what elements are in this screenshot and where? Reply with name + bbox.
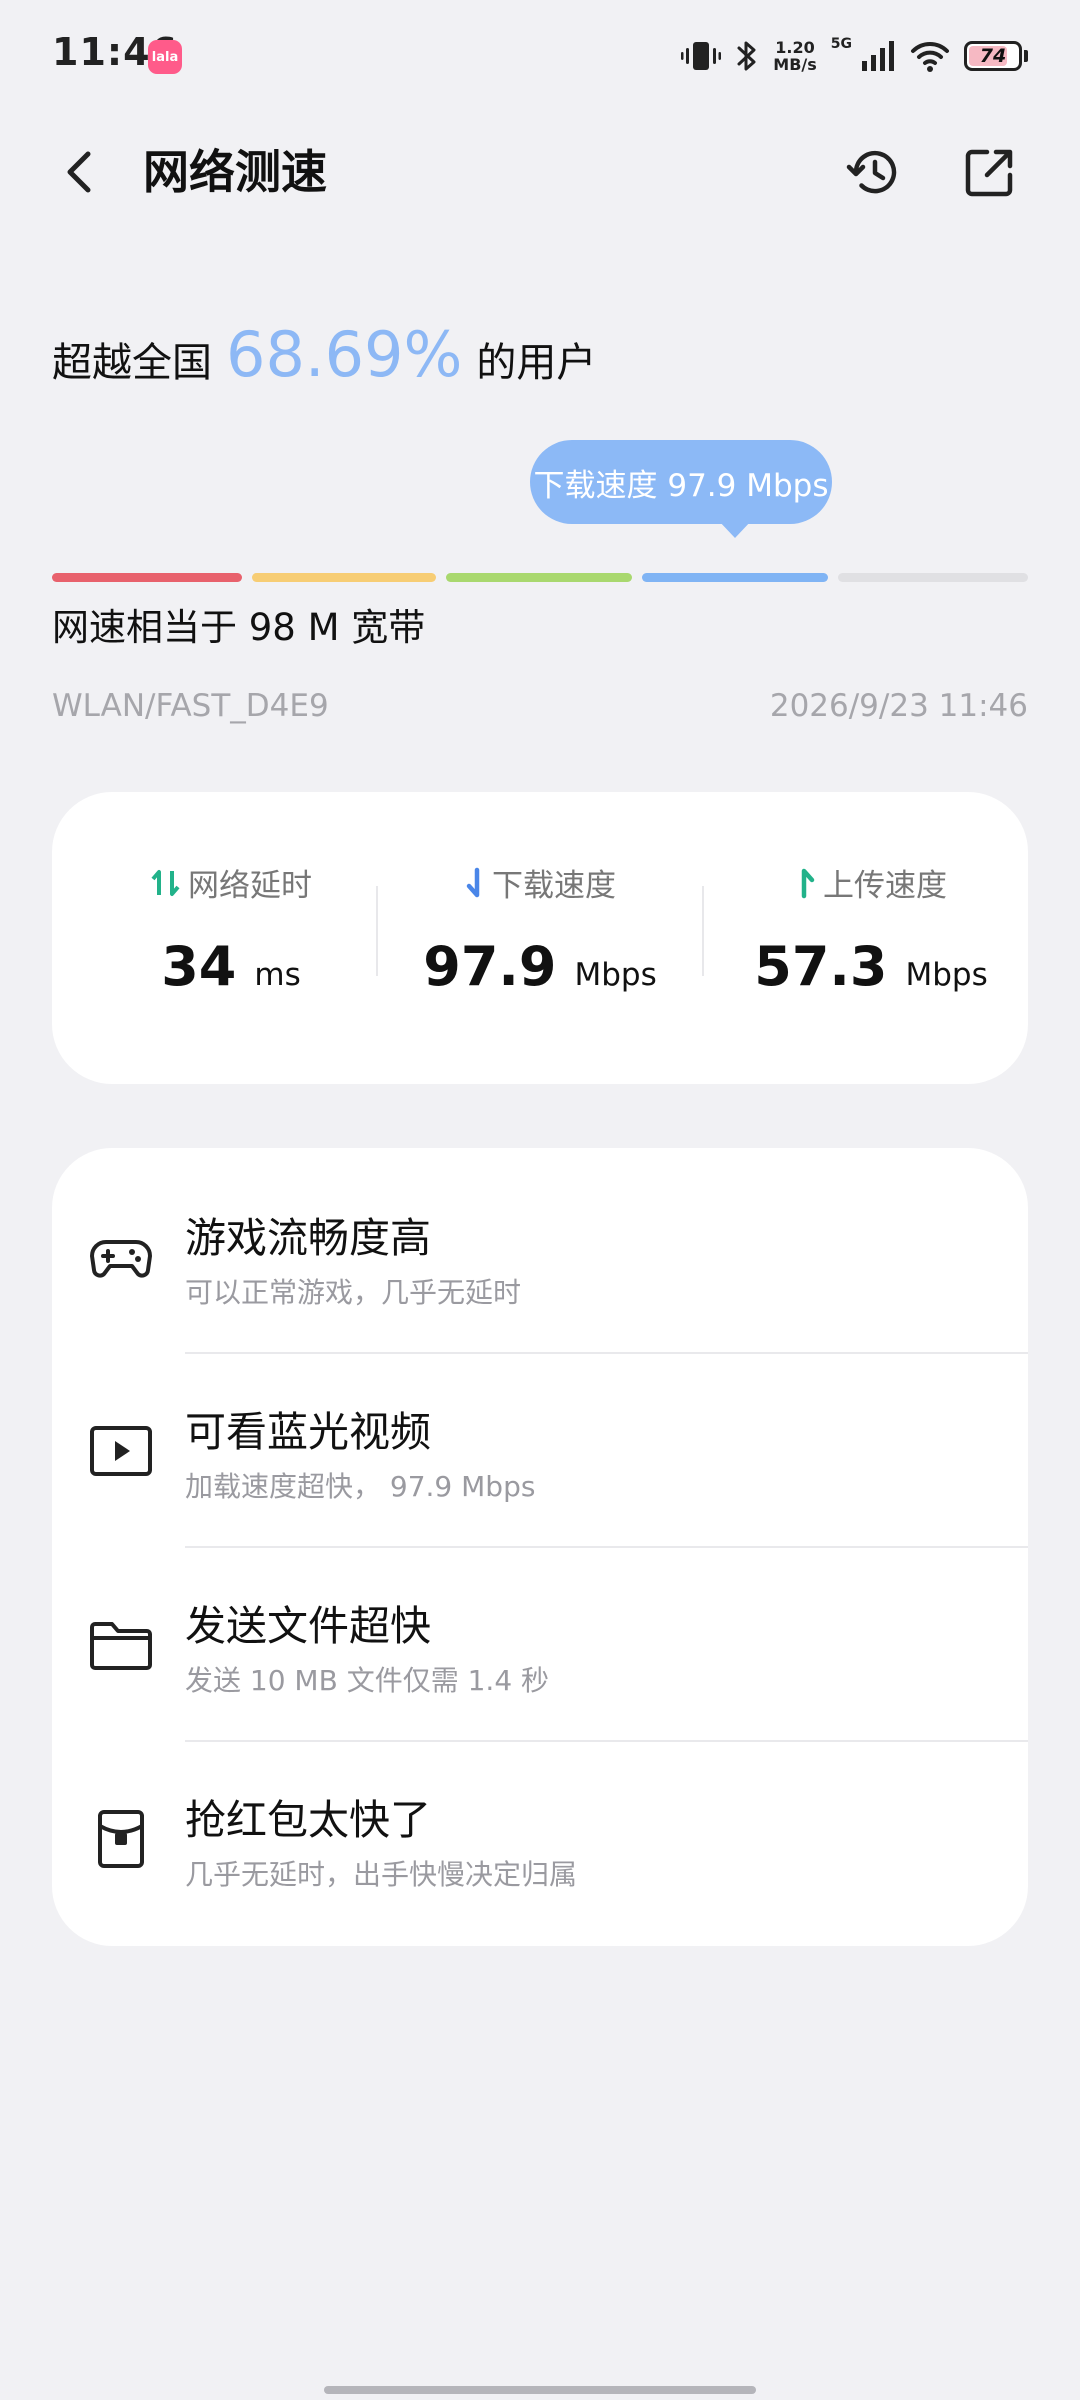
upload-label: 上传速度	[823, 868, 947, 904]
app-notification-icon: lala	[148, 40, 182, 74]
folder-icon	[90, 1622, 152, 1670]
vibrate-icon	[681, 42, 722, 70]
test-datetime: 2026/9/23 11:46	[769, 688, 1028, 724]
feature-title: 发送文件超快	[185, 1602, 431, 1650]
download-value: 97.9	[423, 935, 557, 998]
red-packet-icon	[98, 1810, 144, 1868]
bluetooth-icon	[737, 41, 756, 71]
speed-scale-segment-1	[52, 573, 242, 582]
percentile-prefix: 超越全国	[52, 340, 212, 386]
speed-scale-segment-3	[446, 573, 632, 582]
feature-subtitle: 加载速度超快， 97.9 Mbps	[185, 1470, 536, 1503]
latency-unit: ms	[254, 957, 301, 993]
list-item-video[interactable]: 可看蓝光视频 加载速度超快， 97.9 Mbps	[52, 1354, 1028, 1548]
upload-unit: Mbps	[905, 957, 988, 993]
feature-subtitle: 发送 10 MB 文件仅需 1.4 秒	[185, 1664, 550, 1697]
network-name: WLAN/FAST_D4E9	[52, 688, 329, 724]
wifi-icon	[911, 41, 949, 72]
list-item-gaming[interactable]: 游戏流畅度高 可以正常游戏，几乎无延时	[52, 1160, 1028, 1354]
gamepad-icon	[90, 1240, 152, 1278]
speed-scale-segment-5	[838, 573, 1028, 582]
feature-subtitle: 可以正常游戏，几乎无延时	[185, 1276, 522, 1309]
latency-label: 网络延时	[188, 868, 312, 904]
network-type: 5G	[830, 36, 852, 52]
percentile-suffix: 的用户	[476, 340, 597, 386]
feature-title: 可看蓝光视频	[185, 1408, 431, 1456]
bubble-pointer	[718, 520, 752, 538]
latency-arrows-icon	[151, 869, 180, 896]
upload-arrow-icon	[801, 868, 815, 898]
download-metric: 下载速度 97.9 Mbps	[377, 860, 703, 998]
percentile-value: 68.69%	[226, 318, 463, 391]
speed-scale-segment-4	[642, 573, 828, 582]
download-arrow-icon	[466, 867, 480, 897]
upload-value: 57.3	[754, 935, 888, 998]
speed-scale-segment-2	[252, 573, 436, 582]
download-label: 下载速度	[492, 868, 616, 904]
list-item-red-packet[interactable]: 抢红包太快了 几乎无延时，出手快慢决定归属	[52, 1742, 1028, 1936]
feature-title: 抢红包太快了	[185, 1796, 431, 1844]
bandwidth-equivalent: 网速相当于 98 M 宽带	[52, 606, 426, 649]
page-title: 网络测速	[143, 145, 327, 199]
list-item-file-transfer[interactable]: 发送文件超快 发送 10 MB 文件仅需 1.4 秒	[52, 1548, 1028, 1742]
share-button[interactable]	[960, 142, 1020, 202]
metric-divider	[702, 886, 704, 976]
latency-value: 34	[161, 935, 237, 998]
history-button[interactable]	[844, 142, 904, 202]
status-icons: 1.20 MB/s 5G 74	[681, 34, 1028, 78]
battery-icon: 74	[964, 41, 1022, 71]
percentile-summary: 超越全国 68.69% 的用户	[52, 318, 596, 391]
download-unit: Mbps	[574, 957, 657, 993]
video-play-icon	[90, 1426, 152, 1476]
feature-title: 游戏流畅度高	[185, 1214, 431, 1262]
feature-subtitle: 几乎无延时，出手快慢决定归属	[185, 1858, 578, 1891]
download-speed-bubble: 下载速度 97.9 Mbps	[530, 440, 832, 524]
latency-metric: 网络延时 34 ms	[68, 860, 394, 998]
signal-icon	[862, 41, 894, 71]
network-speed: 1.20 MB/s	[773, 38, 817, 74]
home-indicator[interactable]	[324, 2386, 756, 2394]
upload-metric: 上传速度 57.3 Mbps	[708, 860, 1034, 998]
back-button[interactable]	[52, 140, 112, 204]
